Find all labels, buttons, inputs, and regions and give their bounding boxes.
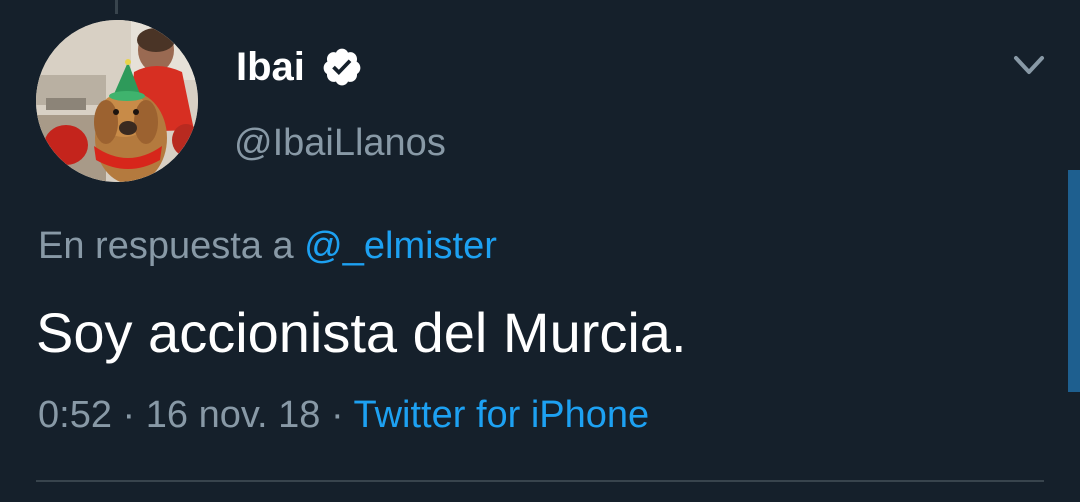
avatar[interactable] [36, 20, 198, 182]
meta-separator: · [330, 394, 344, 436]
verified-badge-icon [321, 46, 363, 88]
tweet-text: Soy accionista del Murcia. [36, 301, 687, 364]
thread-connector-line [115, 0, 118, 14]
tweet-time[interactable]: 0:52 [38, 394, 112, 436]
display-name[interactable]: Ibai [236, 47, 305, 87]
reply-mention-link[interactable]: @_elmister [304, 225, 497, 267]
author-name-row[interactable]: Ibai [236, 42, 363, 92]
reply-prefix: En respuesta a [38, 225, 294, 267]
divider [36, 480, 1044, 482]
tweet-source-link[interactable]: Twitter for iPhone [354, 394, 650, 436]
avatar-image [36, 20, 198, 182]
chevron-down-icon[interactable] [1006, 46, 1052, 86]
tweet-metadata: 0:52 · 16 nov. 18 · Twitter for iPhone [38, 390, 649, 440]
meta-separator: · [122, 394, 136, 436]
author-handle[interactable]: @IbaiLlanos [234, 118, 446, 168]
tweet-date[interactable]: 16 nov. 18 [146, 394, 321, 436]
reply-context: En respuesta a @_elmister [38, 222, 497, 270]
scrollbar-thumb[interactable] [1068, 170, 1080, 392]
